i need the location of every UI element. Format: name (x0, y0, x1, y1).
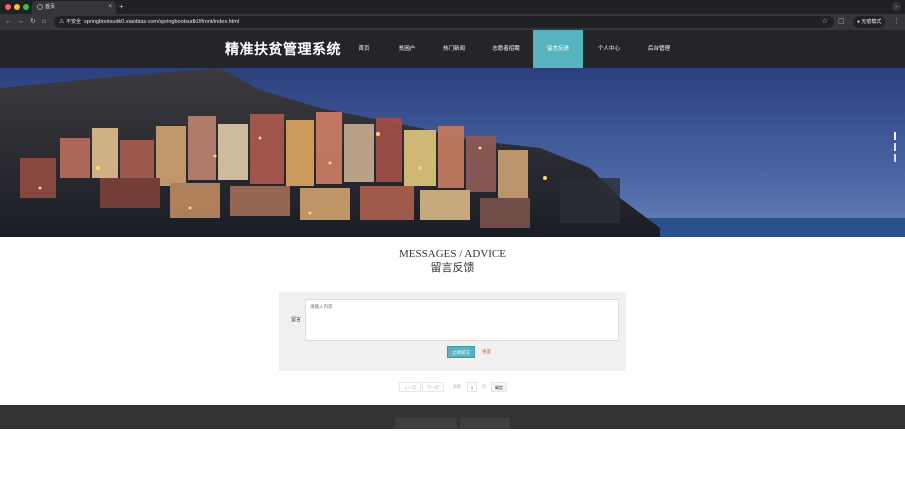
confirm-page-button[interactable]: 确定 (491, 382, 507, 392)
nav-item-profile[interactable]: 个人中心 (590, 30, 628, 68)
next-page-button[interactable]: 下一页 (422, 382, 444, 392)
nav-item-home[interactable]: 首页 (348, 30, 380, 68)
more-menu-icon[interactable]: ⋮ (893, 17, 900, 27)
insecure-label[interactable]: 不安全 (66, 18, 81, 26)
forward-icon[interactable]: → (17, 17, 24, 27)
message-textarea[interactable] (305, 299, 619, 341)
slider-dot[interactable] (894, 154, 896, 162)
extensions-icon[interactable]: ▢ (838, 17, 845, 27)
footer-block (460, 418, 510, 429)
goto-label: 到第 (453, 384, 461, 389)
site-header: 精准扶贫管理系统 首页 贫困户 热门新闻 志愿者招聘 留言反馈 个人中心 后台管… (0, 30, 905, 68)
slider-dot[interactable] (894, 132, 896, 140)
new-tab-button[interactable]: + (119, 1, 124, 13)
tab-title: 首页 (45, 4, 56, 10)
bookmark-star-icon[interactable]: ☆ (822, 17, 828, 27)
back-icon[interactable]: ← (5, 17, 12, 27)
section-heading-cn: 留言反馈 (430, 262, 475, 274)
nav-item-admin[interactable]: 后台管理 (640, 30, 678, 68)
nav-item-news[interactable]: 热门新闻 (436, 30, 472, 68)
submit-button[interactable]: 立即提交 (447, 346, 475, 358)
address-bar[interactable]: ⚠ 不安全 springbootsudk0.xiaobias.com/sprin… (54, 16, 834, 28)
warning-icon[interactable]: ⚠ (59, 18, 64, 26)
footer-block (395, 418, 457, 429)
minimize-window-button[interactable] (14, 4, 20, 10)
close-tab-icon[interactable]: × (108, 3, 112, 11)
incognito-badge[interactable]: ● 无痕模式 (853, 16, 886, 28)
prev-page-button[interactable]: 上一页 (399, 382, 421, 392)
nav-item-poor-households[interactable]: 贫困户 (389, 30, 425, 68)
home-icon[interactable]: ⌂ (42, 17, 46, 27)
site-footer (0, 405, 905, 429)
incognito-label: 无痕模式 (861, 19, 882, 25)
reset-button[interactable]: 重置 (482, 346, 491, 358)
section-heading-en: MESSAGES / ADVICE (399, 248, 506, 260)
incognito-icon: ● (857, 19, 861, 25)
globe-icon (37, 4, 43, 10)
browser-tab-bar: 首页 × + ⌄ (0, 0, 905, 14)
message-form: 留言 立即提交 重置 (279, 292, 626, 371)
hero-banner (0, 68, 905, 237)
browser-tab[interactable]: 首页 × (32, 1, 116, 14)
hero-image (0, 68, 905, 237)
reload-icon[interactable]: ↻ (30, 17, 36, 27)
browser-toolbar: ← → ↻ ⌂ ⚠ 不安全 springbootsudk0.xiaobias.c… (0, 14, 905, 30)
site-title: 精准扶贫管理系统 (225, 41, 341, 57)
page-input[interactable]: 1 (467, 382, 477, 392)
message-label: 留言 (291, 317, 302, 323)
tab-search-icon[interactable]: ⌄ (892, 2, 901, 11)
nav-item-feedback[interactable]: 留言反馈 (533, 30, 583, 68)
url-text[interactable]: springbootsudk0.xiaobias.com/springboots… (84, 18, 239, 26)
slider-dot[interactable] (894, 143, 896, 151)
maximize-window-button[interactable] (23, 4, 29, 10)
page-unit: 页 (482, 384, 486, 389)
close-window-button[interactable] (5, 4, 11, 10)
nav-item-volunteer[interactable]: 志愿者招聘 (484, 30, 528, 68)
slider-indicator[interactable] (894, 132, 896, 170)
